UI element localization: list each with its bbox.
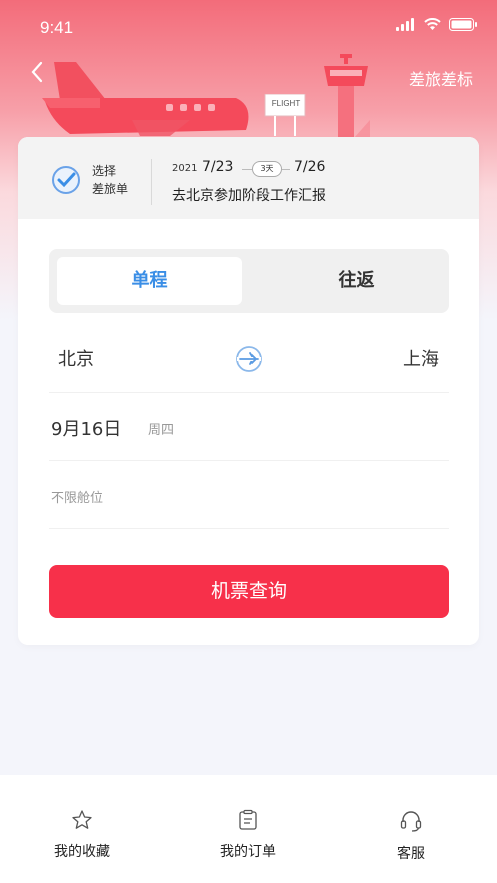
swap-plane-icon[interactable] xyxy=(235,345,263,373)
flight-sign: FLIGHT xyxy=(264,93,308,142)
trip-type-segmented: 单程 往返 xyxy=(49,249,449,313)
arrival-city[interactable]: 上海 xyxy=(403,345,439,371)
order-icon xyxy=(239,809,257,830)
tab-round-trip[interactable]: 往返 xyxy=(264,257,449,305)
tab-customer-service-label: 客服 xyxy=(397,846,425,862)
control-tower-icon xyxy=(324,54,370,138)
duration-line-right xyxy=(282,169,290,170)
status-icons xyxy=(396,18,477,31)
headset-icon xyxy=(400,811,422,832)
flight-search-card: 选择 差旅单 2021 7/23 3天 7/26 去北京参加阶段工作汇报 单程 … xyxy=(18,137,479,645)
wifi-icon xyxy=(424,18,441,30)
tab-customer-service[interactable]: 客服 xyxy=(361,809,461,863)
cabin-class: 不限舱位 xyxy=(51,491,104,506)
route-row: 北京 上海 xyxy=(49,325,449,393)
status-bar: 9:41 xyxy=(0,0,497,56)
duration-line-left xyxy=(242,169,252,170)
flight-sign-text: FLIGHT xyxy=(271,99,301,108)
tab-one-way[interactable]: 单程 xyxy=(57,257,242,305)
divider xyxy=(151,159,152,205)
check-circle-icon xyxy=(52,166,80,194)
trip-end-date: 7/26 xyxy=(294,159,326,175)
tab-favorites-label: 我的收藏 xyxy=(54,844,110,860)
search-flights-button[interactable]: 机票查询 xyxy=(49,565,449,618)
battery-icon xyxy=(449,18,477,31)
star-icon xyxy=(72,810,92,829)
departure-date: 9月16日 xyxy=(51,419,122,440)
trip-selector[interactable]: 选择 差旅单 2021 7/23 3天 7/26 去北京参加阶段工作汇报 xyxy=(18,137,479,219)
travel-standard-link[interactable]: 差旅差标 xyxy=(409,66,473,90)
tab-orders[interactable]: 我的订单 xyxy=(198,809,298,861)
signal-icon xyxy=(396,18,414,31)
trip-year: 2021 xyxy=(172,163,198,174)
select-trip-line1: 选择 xyxy=(92,164,117,178)
tab-orders-label: 我的订单 xyxy=(220,844,276,860)
departure-weekday: 周四 xyxy=(148,423,175,438)
bottom-tab-bar: 我的收藏 我的订单 客服 xyxy=(0,775,497,883)
trip-duration-badge: 3天 xyxy=(252,161,282,177)
select-trip-label: 选择 差旅单 xyxy=(92,162,128,198)
airplane-illustration-icon xyxy=(42,62,249,136)
trip-title: 去北京参加阶段工作汇报 xyxy=(172,188,326,204)
tab-favorites[interactable]: 我的收藏 xyxy=(32,809,132,861)
cabin-row[interactable]: 不限舱位 xyxy=(49,461,449,529)
select-trip-line2: 差旅单 xyxy=(92,182,129,196)
trip-start-date: 7/23 xyxy=(202,159,234,175)
status-time: 9:41 xyxy=(40,18,74,37)
date-row[interactable]: 9月16日 周四 xyxy=(49,393,449,461)
departure-city[interactable]: 北京 xyxy=(58,345,94,371)
